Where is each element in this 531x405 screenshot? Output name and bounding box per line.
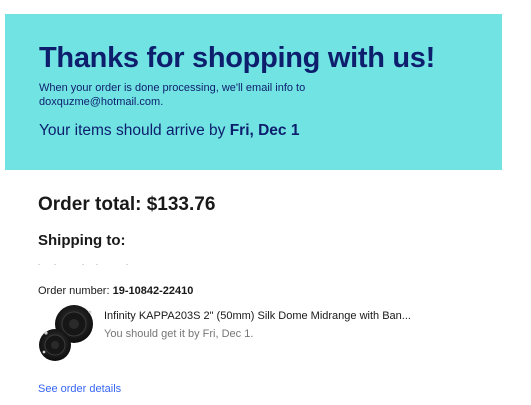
- email-notice-line-1: When your order is done processing, we'l…: [39, 82, 306, 94]
- shipping-address-placeholder: [38, 264, 138, 266]
- order-total: Order total: $133.76: [38, 194, 216, 215]
- see-order-details-link[interactable]: See order details: [38, 383, 121, 395]
- email-notice: When your order is done processing, we'l…: [39, 81, 369, 109]
- order-number-label: Order number:: [38, 285, 113, 297]
- order-number: Order number: 19-10842-22410: [38, 285, 193, 297]
- order-number-value[interactable]: 19-10842-22410: [113, 285, 194, 297]
- speaker-pair-image[interactable]: [36, 301, 100, 365]
- item-delivery-estimate: You should get it by Fri, Dec 1.: [104, 328, 254, 340]
- shipping-to-heading: Shipping to:: [38, 232, 126, 249]
- order-confirmation-page: Thanks for shopping with us! When your o…: [0, 0, 531, 405]
- arrival-estimate-prefix: Your items should arrive by: [39, 122, 230, 139]
- email-notice-line-2: doxquzme@hotmail.com.: [39, 96, 164, 108]
- arrival-estimate: Your items should arrive by Fri, Dec 1: [39, 122, 299, 140]
- arrival-date: Fri, Dec 1: [229, 122, 300, 139]
- thank-you-banner: Thanks for shopping with us! When your o…: [5, 14, 502, 170]
- thank-you-title: Thanks for shopping with us!: [39, 42, 435, 74]
- item-title[interactable]: Infinity KAPPA203S 2" (50mm) Silk Dome M…: [104, 310, 444, 322]
